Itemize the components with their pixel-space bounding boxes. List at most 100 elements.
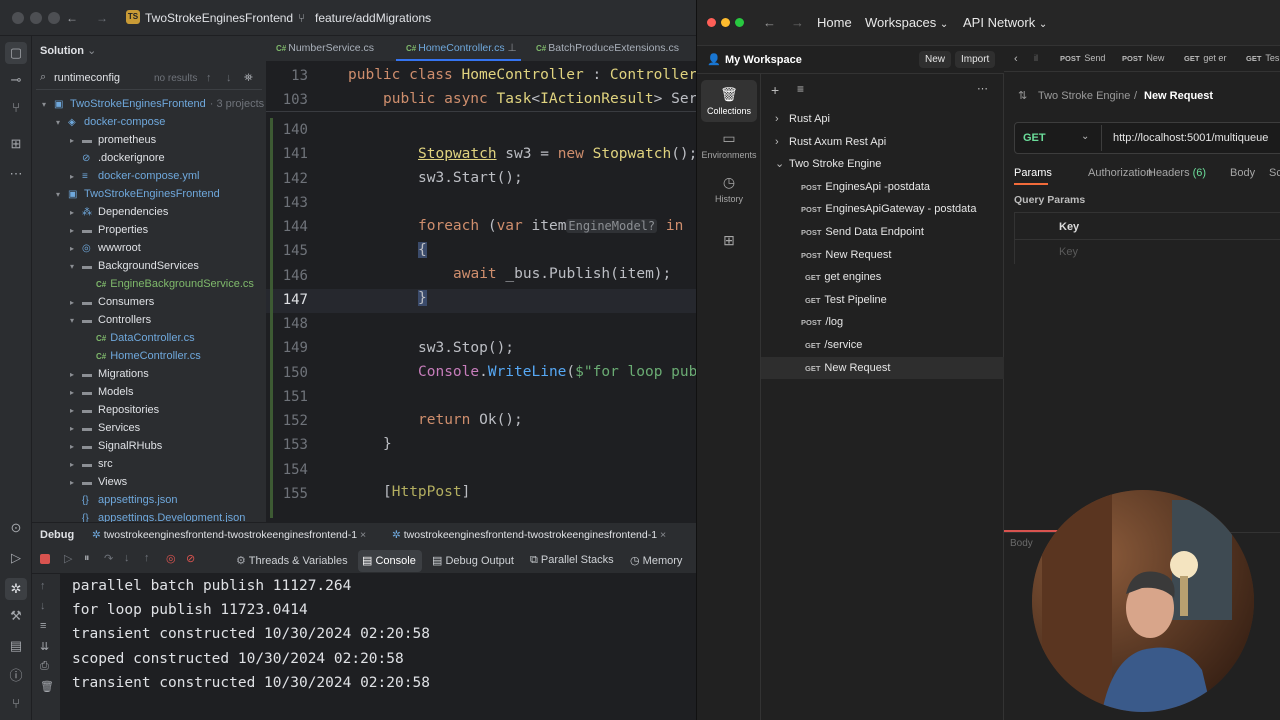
request-item[interactable]: POST/log — [761, 311, 1004, 334]
chevron-down-icon[interactable]: ▾ — [56, 114, 68, 132]
tree-item[interactable]: ▸ ▬ Consumers — [32, 293, 266, 311]
nav-workspaces[interactable]: Workspaces ⌄ — [865, 15, 948, 30]
chevron-down-icon[interactable]: ▾ — [56, 186, 68, 204]
close-window-button[interactable] — [12, 12, 24, 24]
explorer-icon[interactable]: ▢ — [5, 42, 27, 64]
tree-item[interactable]: ▾ ◈ docker-compose — [32, 113, 266, 131]
chevron-right-icon[interactable]: ▸ — [70, 366, 82, 384]
collection-folder[interactable]: › Rust Axum Rest Api — [761, 131, 1004, 154]
solution-title[interactable]: Solution ⌄ — [40, 44, 96, 57]
rail-environments[interactable]: ▭ Environments — [701, 130, 757, 160]
filter-icon[interactable]: ⛯ — [244, 72, 253, 85]
chevron-right-icon[interactable]: ▸ — [70, 168, 82, 186]
pause-icon[interactable]: ⏸ — [84, 552, 90, 565]
zoom-window-button[interactable] — [48, 12, 60, 24]
debug-session-tab-1[interactable]: ✲ twostrokeenginesfrontend-twostrokeengi… — [92, 529, 366, 541]
tree-item[interactable]: ▸ ▬ SignalRHubs — [32, 437, 266, 455]
tree-item[interactable]: ▸ ▬ Properties — [32, 221, 266, 239]
tree-item[interactable]: ▾ ▬ BackgroundServices — [32, 257, 266, 275]
tree-item[interactable]: ▸ ▬ Services — [32, 419, 266, 437]
next-result-icon[interactable]: ↓ — [226, 72, 232, 84]
structure-icon[interactable]: ⊞ — [8, 136, 24, 152]
run-icon[interactable]: ▷ — [8, 550, 24, 566]
tree-item[interactable]: C# EngineBackgroundService.cs — [32, 275, 266, 293]
nav-api-network[interactable]: API Network ⌄ — [963, 15, 1047, 30]
problems-icon[interactable]: ⓘ — [8, 668, 24, 684]
tab-parallel-stacks[interactable]: ⧉ Parallel Stacks — [530, 554, 614, 567]
chevron-right-icon[interactable]: › — [775, 108, 789, 131]
tab-batchproduce[interactable]: C# BatchProduceExtensions.cs — [536, 42, 679, 54]
chevron-right-icon[interactable]: ▸ — [70, 240, 82, 258]
method-select[interactable]: GET — [1023, 132, 1046, 144]
chevron-right-icon[interactable]: › — [775, 131, 789, 154]
vcs-icon[interactable]: ⑂ — [8, 696, 24, 712]
tab-body[interactable]: Body — [1230, 167, 1255, 179]
tab-scripts[interactable]: Sc — [1269, 167, 1280, 179]
chevron-right-icon[interactable]: ▸ — [70, 384, 82, 402]
tree-item[interactable]: ▸ ▬ Views — [32, 473, 266, 491]
print-icon[interactable]: ⎙ — [40, 660, 49, 673]
collection-folder[interactable]: › Rust Api — [761, 108, 1004, 131]
chevron-right-icon[interactable]: ▸ — [70, 222, 82, 240]
scroll-down-icon[interactable]: ↓ — [40, 600, 46, 612]
request-item[interactable]: GET Test Pipeline — [761, 289, 1004, 312]
chevron-right-icon[interactable]: ▸ — [70, 294, 82, 312]
chevron-down-icon[interactable]: ▾ — [70, 258, 82, 276]
scroll-up-icon[interactable]: ↑ — [40, 580, 46, 592]
tree-item[interactable]: ▾ ▣ TwoStrokeEnginesFrontend — [32, 185, 266, 203]
tree-item[interactable]: ▸ ▬ Migrations — [32, 365, 266, 383]
add-collection-icon[interactable]: + — [771, 82, 779, 98]
breakpoints-icon[interactable]: ◎ — [166, 552, 176, 565]
filter-icon[interactable]: ≡ — [797, 82, 804, 96]
git-icon[interactable]: ⑂ — [8, 100, 24, 116]
breadcrumb-parent[interactable]: Two Stroke Engine — [1038, 90, 1130, 102]
tree-item[interactable]: ▸ ⁂ Dependencies — [32, 203, 266, 221]
tab-console[interactable]: ▤ Console — [362, 554, 416, 567]
tab-headers[interactable]: Headers (6) — [1148, 167, 1206, 179]
code-editor[interactable]: 13 public class HomeController : Control… — [266, 62, 697, 522]
minimize-window-button[interactable] — [30, 12, 42, 24]
back-arrow-icon[interactable]: ← — [763, 15, 776, 30]
key-input[interactable]: Key — [1059, 246, 1078, 258]
url-input[interactable]: http://localhost:5001/multiqueue — [1113, 132, 1268, 144]
breadcrumb-current[interactable]: New Request — [1144, 90, 1213, 102]
build-icon[interactable]: ⚒ — [8, 608, 24, 624]
import-button[interactable]: Import — [955, 51, 996, 68]
request-item[interactable]: GET get engines — [761, 266, 1004, 289]
services-icon[interactable]: ⊙ — [8, 520, 24, 536]
tree-item[interactable]: C# HomeController.cs — [32, 347, 266, 365]
tree-item[interactable]: ▸ ▬ Models — [32, 383, 266, 401]
forward-arrow-icon[interactable]: → — [96, 11, 108, 25]
forward-arrow-icon[interactable]: → — [791, 15, 804, 30]
scroll-end-icon[interactable]: ⇊ — [40, 640, 49, 653]
minimize-window-button[interactable] — [721, 18, 730, 27]
more-options-icon[interactable]: ⋯ — [977, 82, 988, 95]
chevron-right-icon[interactable]: ▸ — [70, 456, 82, 474]
request-tab[interactable]: GET Tes — [1246, 53, 1279, 63]
chevron-right-icon[interactable]: ▸ — [70, 402, 82, 420]
mute-breakpoints-icon[interactable]: ⊘ — [186, 552, 195, 565]
debug-session-tab-2[interactable]: ✲ twostrokeenginesfrontend-twostrokeengi… — [392, 529, 666, 541]
stop-icon[interactable] — [40, 554, 50, 564]
tab-debug-output[interactable]: ▤ Debug Output — [432, 554, 514, 567]
chevron-right-icon[interactable]: ▸ — [70, 474, 82, 492]
chevron-right-icon[interactable]: ▸ — [70, 420, 82, 438]
commit-icon[interactable]: ⊸ — [8, 72, 24, 88]
search-bar[interactable]: ⌕ runtimeconfig no results ↑ ↓ ⛯ — [36, 68, 262, 90]
request-tab[interactable]: POST New — [1122, 53, 1164, 63]
project-name[interactable]: TwoStrokeEnginesFrontend — [145, 11, 293, 25]
chevron-right-icon[interactable]: ▸ — [70, 204, 82, 222]
tree-item[interactable]: {} appsettings.json — [32, 491, 266, 509]
back-arrow-icon[interactable]: ← — [66, 11, 78, 25]
more-icon[interactable]: ⋯ — [8, 166, 24, 182]
step-into-icon[interactable]: ↓ — [124, 552, 130, 564]
console-output[interactable]: parallel batch publish 11127.264 for loo… — [60, 574, 696, 720]
trash-icon[interactable]: 🗑 — [40, 680, 54, 693]
rail-more[interactable]: ⊞ — [701, 232, 757, 252]
tree-item[interactable]: ▾ ▣ TwoStrokeEnginesFrontend · 3 projects — [32, 95, 266, 113]
branch-name[interactable]: feature/addMigrations — [315, 11, 431, 25]
zoom-window-button[interactable] — [735, 18, 744, 27]
workspace-name[interactable]: My Workspace — [725, 54, 802, 66]
tree-item[interactable]: ⊘ .dockerignore — [32, 149, 266, 167]
tab-threads-variables[interactable]: ⚙ Threads & Variables — [236, 554, 348, 567]
